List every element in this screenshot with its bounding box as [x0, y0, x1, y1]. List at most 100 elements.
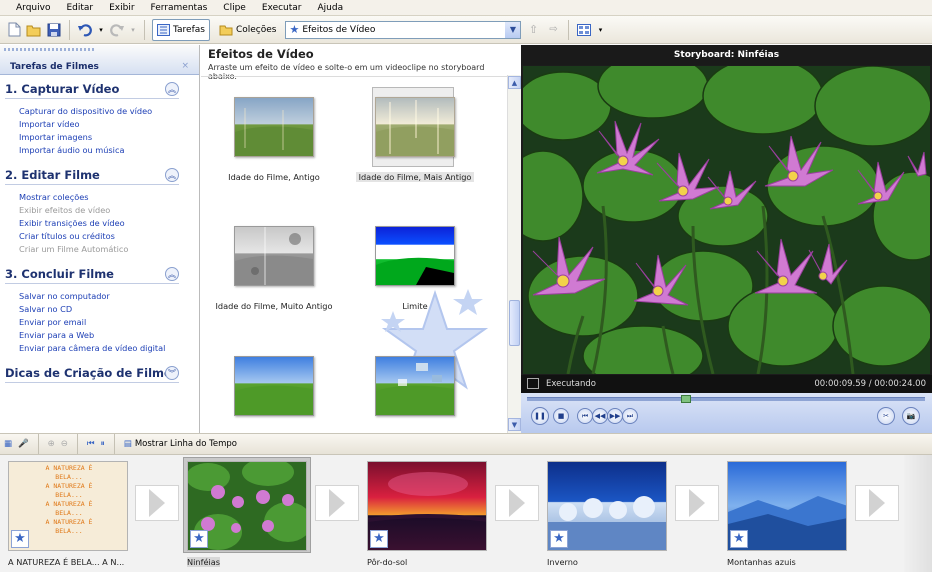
collection-select-value: Efeitos de Vídeo [302, 24, 376, 35]
task-send-web[interactable]: Enviar para a Web [19, 329, 199, 342]
task-make-titles-credits[interactable]: Criar títulos ou créditos [19, 230, 199, 243]
section-finish-header[interactable]: 3. Concluir Filme ︽ [0, 264, 199, 284]
pane-grip[interactable] [4, 48, 94, 51]
task-import-audio[interactable]: Importar áudio ou música [19, 144, 199, 157]
scroll-up-icon[interactable]: ▲ [508, 76, 521, 89]
task-import-video[interactable]: Importar vídeo [19, 118, 199, 131]
divider [5, 98, 179, 99]
fast-forward-icon[interactable]: ▶▶ [607, 408, 623, 424]
monitor-icon [527, 378, 539, 389]
task-view-video-transitions[interactable]: Exibir transições de vídeo [19, 217, 199, 230]
playback-time: 00:00:09.59 / 00:00:24.00 [814, 379, 926, 389]
transition-slot[interactable] [855, 485, 899, 521]
redo-dropdown-icon[interactable]: ▾ [129, 22, 137, 38]
previous-frame-icon[interactable]: ⏮ [577, 408, 593, 424]
undo-dropdown-icon[interactable]: ▾ [97, 22, 105, 38]
split-clip-icon[interactable]: ✂ [877, 407, 895, 425]
effect-thumbnail[interactable] [234, 356, 314, 416]
new-project-icon[interactable] [6, 22, 22, 38]
play-storyboard-icon[interactable]: ⏸ [101, 439, 105, 449]
task-send-email[interactable]: Enviar por email [19, 316, 199, 329]
collections-button[interactable]: Coleções [214, 19, 282, 41]
take-picture-icon[interactable]: 📷 [902, 407, 920, 425]
views-icon[interactable] [576, 22, 592, 38]
arrow-right-icon [869, 489, 885, 517]
menu-ajuda[interactable]: Ajuda [310, 3, 352, 13]
collapse-chevron-icon[interactable]: ︽ [165, 267, 179, 281]
transition-slot[interactable] [315, 485, 359, 521]
menu-executar[interactable]: Executar [254, 3, 310, 13]
zoom-in-icon[interactable]: ⊕ [48, 439, 55, 449]
section-tips-header[interactable]: Dicas de Criação de Filme ︾ [0, 363, 199, 383]
effect-thumbnail[interactable] [234, 97, 314, 157]
section-capture-header[interactable]: 1. Capturar Vídeo ︽ [0, 79, 199, 99]
effect-thumbnail[interactable] [375, 226, 455, 286]
show-timeline-button[interactable]: ▤ Mostrar Linha do Tempo [124, 439, 237, 449]
menu-clipe[interactable]: Clipe [215, 3, 254, 13]
collection-select[interactable]: ★ Efeitos de Vídeo ▼ [285, 20, 522, 39]
effect-thumbnail[interactable] [375, 356, 455, 416]
redo-icon[interactable] [109, 22, 125, 38]
storyboard-clip[interactable]: ★ [727, 461, 847, 551]
title-clip-text: A NATUREZA É BELA... A NATUREZA É BELA..… [45, 464, 93, 535]
menu-ferramentas[interactable]: Ferramentas [143, 3, 216, 13]
collections-button-label: Coleções [235, 24, 277, 35]
menu-exibir[interactable]: Exibir [101, 3, 142, 13]
seek-handle[interactable] [681, 395, 692, 403]
storyboard-clip[interactable]: A NATUREZA É BELA... A NATUREZA É BELA..… [8, 461, 128, 551]
storyboard-clip[interactable]: ★ [367, 461, 487, 551]
tasks-icon [157, 23, 170, 36]
transition-slot[interactable] [495, 485, 539, 521]
chevron-down-icon[interactable]: ▼ [505, 21, 521, 38]
task-save-to-cd[interactable]: Salvar no CD [19, 303, 199, 316]
divider [5, 283, 179, 284]
scrollbar-thumb[interactable] [509, 300, 520, 346]
transition-slot[interactable] [675, 485, 719, 521]
up-level-icon[interactable]: ⇧ [525, 22, 541, 38]
effect-thumbnail[interactable] [375, 97, 455, 157]
expand-chevron-icon[interactable]: ︾ [165, 366, 179, 380]
next-frame-icon[interactable]: ⏭ [622, 408, 638, 424]
arrow-right-icon [689, 489, 705, 517]
seek-bar[interactable] [527, 397, 925, 401]
tasks-button[interactable]: Tarefas [152, 18, 210, 41]
rewind-storyboard-icon[interactable]: ⏮ [87, 439, 95, 449]
narrate-icon[interactable]: 🎤 [18, 439, 29, 449]
zoom-out-icon[interactable]: ⊖ [61, 439, 68, 449]
task-send-dv-camera[interactable]: Enviar para câmera de vídeo digital [19, 342, 199, 355]
save-project-icon[interactable] [46, 22, 62, 38]
storyboard-clip[interactable]: ★ [187, 461, 307, 551]
storyboard-view-icon[interactable]: ▦ [4, 439, 12, 449]
task-show-collections[interactable]: Mostrar coleções [19, 191, 199, 204]
divider [5, 184, 179, 185]
task-import-images[interactable]: Importar imagens [19, 131, 199, 144]
task-make-automovie: Criar um Filme Automático [19, 244, 129, 254]
effect-star-icon: ★ [730, 530, 748, 548]
collapse-chevron-icon[interactable]: ︽ [165, 82, 179, 96]
rewind-icon[interactable]: ◀◀ [592, 408, 608, 424]
storyboard-scroll-area[interactable] [904, 455, 932, 572]
folder-icon [219, 25, 233, 35]
section-edit-header[interactable]: 2. Editar Filme ︽ [0, 165, 199, 185]
undo-icon[interactable] [77, 22, 93, 38]
open-project-icon[interactable] [26, 22, 42, 38]
new-folder-icon[interactable]: ⇨ [545, 22, 561, 38]
close-icon[interactable]: × [181, 61, 189, 71]
pause-icon[interactable]: ❚❚ [531, 407, 549, 425]
effects-scrollbar[interactable]: ▲ ▼ [507, 75, 521, 433]
effect-thumbnail[interactable] [234, 226, 314, 286]
menu-editar[interactable]: Editar [58, 3, 101, 13]
effect-star-icon: ★ [190, 530, 208, 548]
storyboard-clip[interactable]: ★ [547, 461, 667, 551]
transition-slot[interactable] [135, 485, 179, 521]
effect-label: Idade do Filme, Antigo [228, 172, 320, 182]
star-icon: ★ [289, 23, 300, 36]
stop-icon[interactable]: ■ [553, 408, 569, 424]
task-capture-from-device[interactable]: Capturar do dispositivo de vídeo [19, 105, 199, 118]
views-dropdown-icon[interactable]: ▾ [596, 22, 604, 38]
scroll-down-icon[interactable]: ▼ [508, 418, 521, 431]
menu-arquivo[interactable]: Arquivo [8, 3, 58, 13]
collapse-chevron-icon[interactable]: ︽ [165, 168, 179, 182]
section-finish-items: Salvar no computador Salvar no CD Enviar… [0, 284, 199, 359]
task-save-to-computer[interactable]: Salvar no computador [19, 290, 199, 303]
